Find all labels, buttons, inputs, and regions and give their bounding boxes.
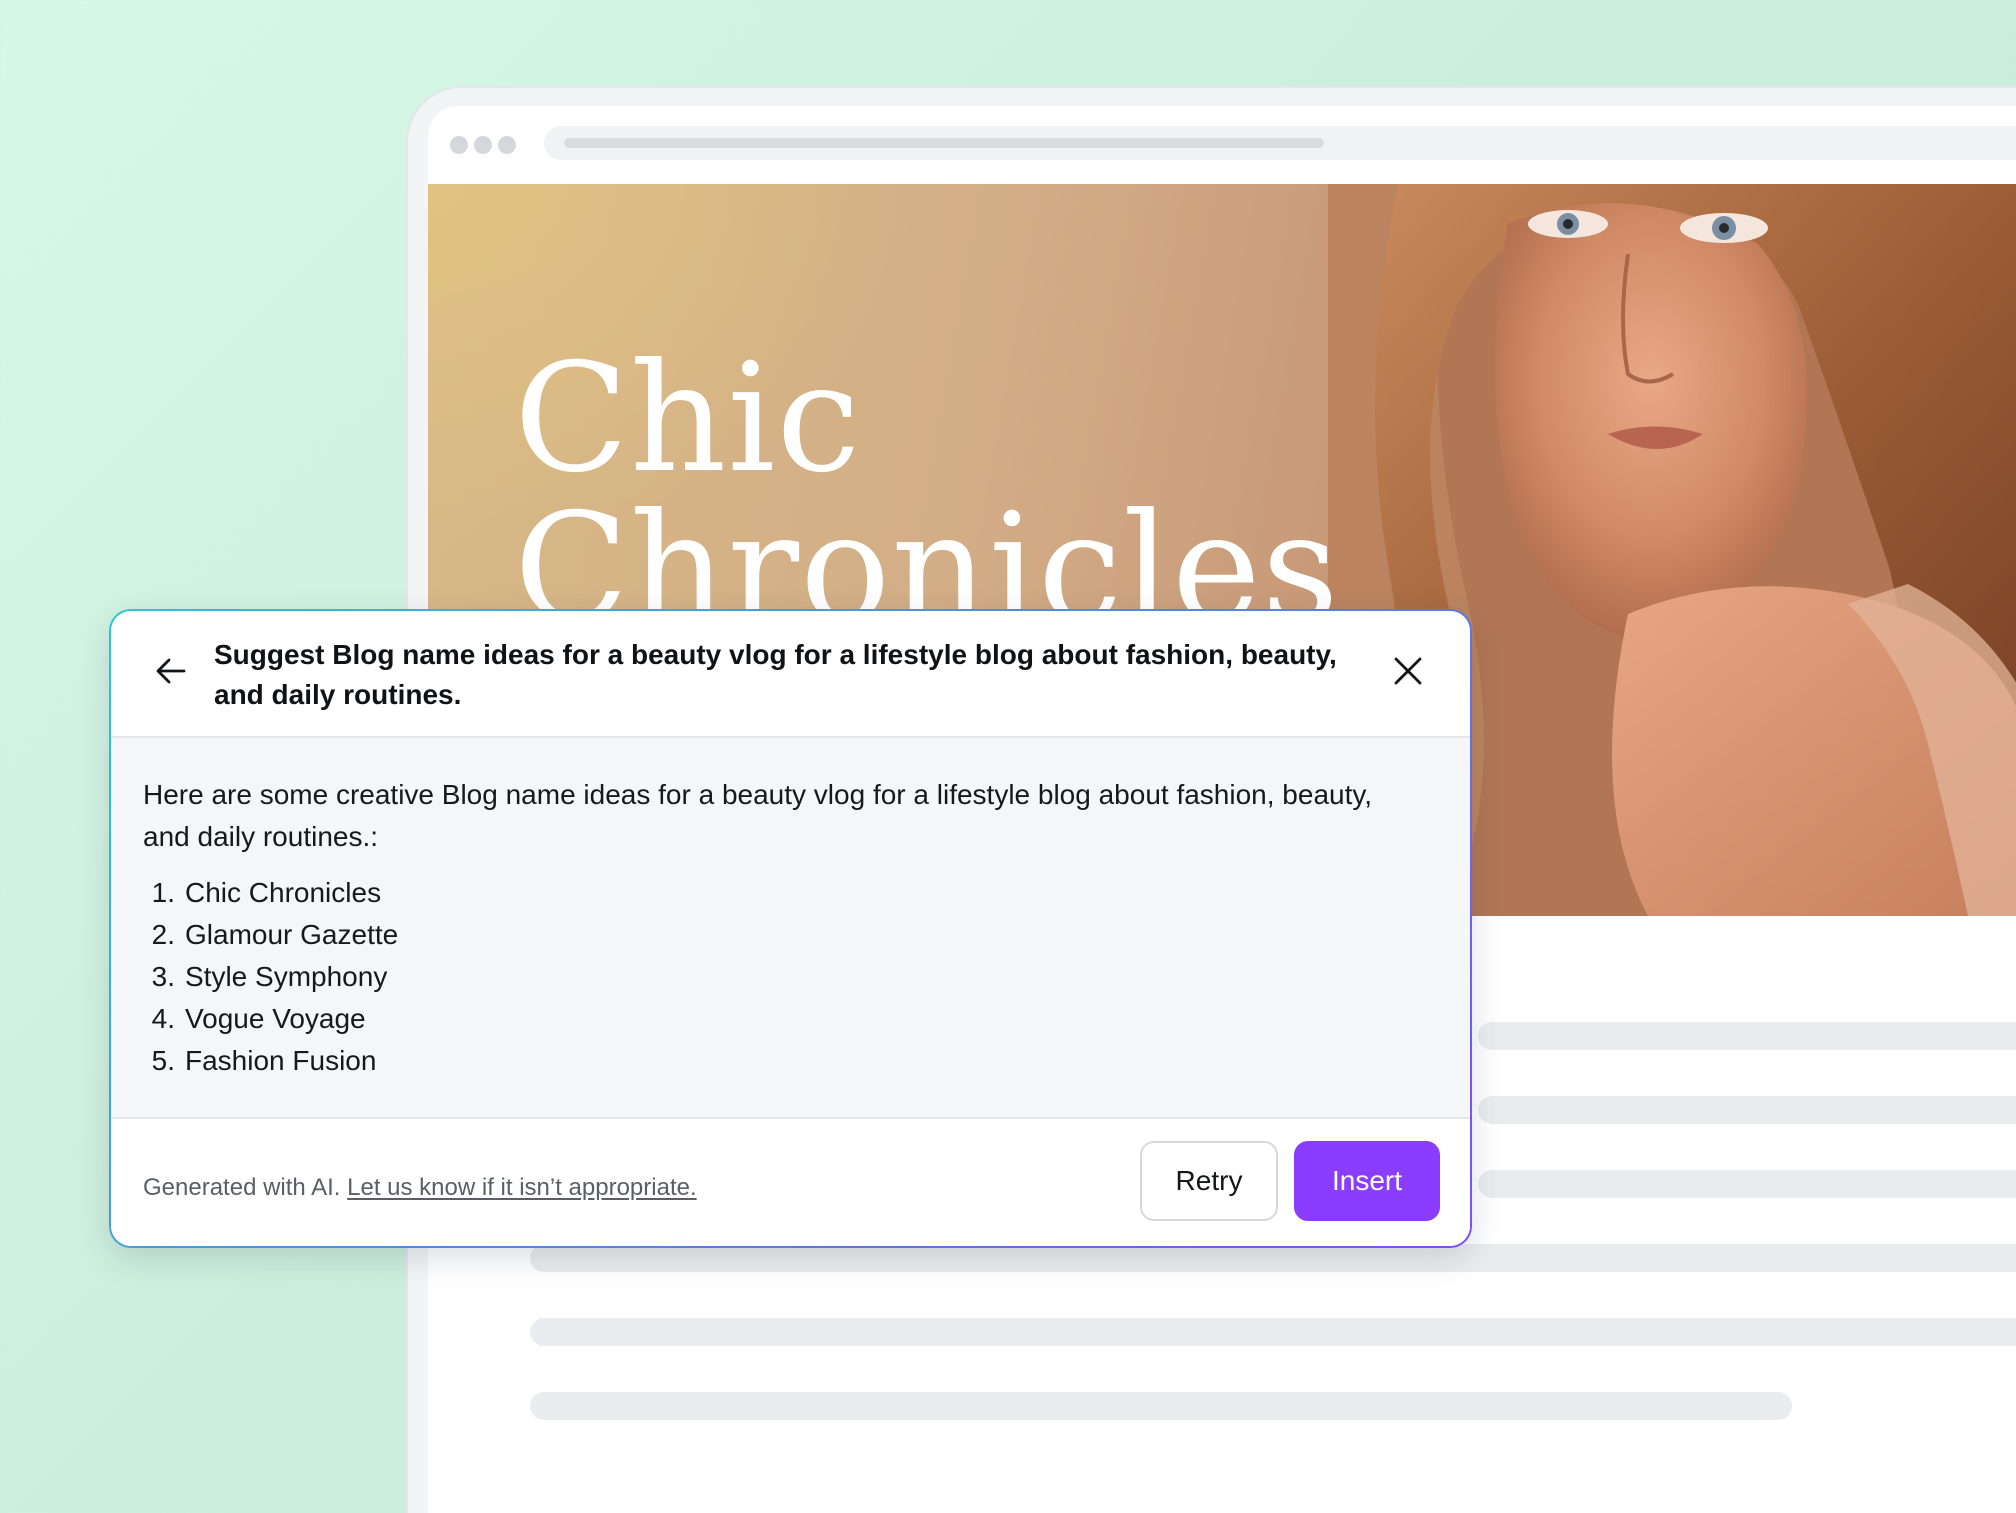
address-placeholder-line — [564, 138, 1324, 148]
arrow-left-icon — [156, 658, 186, 684]
list-item: 2. Glamour Gazette — [143, 914, 1438, 956]
hero-title: Chic Chronicles — [514, 344, 1340, 644]
close-button[interactable] — [1386, 649, 1430, 693]
list-item: 1. Chic Chronicles — [143, 872, 1438, 914]
list-item-number: 5. — [151, 1045, 175, 1076]
placeholder-text-line — [530, 1318, 2016, 1346]
placeholder-text-line — [530, 1392, 1792, 1420]
ai-panel-inner: Suggest Blog name ideas for a beauty vlo… — [111, 611, 1470, 1246]
ai-disclaimer: Generated with AI. Let us know if it isn… — [143, 1171, 697, 1205]
back-button[interactable] — [149, 649, 193, 693]
list-item-text: Vogue Voyage — [185, 1003, 366, 1034]
list-item: 4. Vogue Voyage — [143, 998, 1438, 1040]
response-intro: Here are some creative Blog name ideas f… — [143, 779, 1373, 852]
ai-suggestion-panel: Suggest Blog name ideas for a beauty vlo… — [109, 609, 1472, 1248]
report-content-link[interactable]: Let us know if it isn’t appropriate. — [347, 1174, 697, 1201]
browser-chrome — [428, 106, 2016, 184]
placeholder-text-line — [530, 1244, 2016, 1272]
panel-header: Suggest Blog name ideas for a beauty vlo… — [111, 611, 1470, 738]
placeholder-text-line — [1478, 1022, 2016, 1050]
close-icon — [1394, 657, 1422, 685]
placeholder-text-line — [1478, 1170, 2016, 1198]
list-item-text: Chic Chronicles — [185, 877, 382, 908]
placeholder-text-line — [1478, 1096, 2016, 1124]
hero-title-line-1: Chic — [514, 332, 862, 506]
list-item-text: Style Symphony — [185, 961, 388, 992]
window-controls — [450, 136, 516, 154]
list-item-number: 2. — [151, 919, 175, 950]
window-dot — [450, 136, 468, 154]
list-item-number: 3. — [151, 961, 175, 992]
insert-button[interactable]: Insert — [1294, 1141, 1440, 1221]
panel-footer: Generated with AI. Let us know if it isn… — [111, 1119, 1470, 1246]
list-item-text: Fashion Fusion — [185, 1045, 377, 1076]
prompt-text: Suggest Blog name ideas for a beauty vlo… — [214, 639, 1337, 710]
panel-body: Here are some creative Blog name ideas f… — [111, 738, 1470, 1119]
address-bar[interactable] — [544, 126, 2016, 160]
name-ideas-list: 1. Chic Chronicles 2. Glamour Gazette 3. St… — [143, 872, 1438, 1082]
list-item-text: Glamour Gazette — [185, 919, 399, 950]
list-item: 3. Style Symphony — [143, 956, 1438, 998]
list-item-number: 1. — [151, 877, 175, 908]
disclaimer-text: Generated with AI. — [143, 1174, 341, 1201]
list-item: 5. Fashion Fusion — [143, 1040, 1438, 1082]
window-dot — [474, 136, 492, 154]
list-item-number: 4. — [151, 1003, 175, 1034]
retry-button[interactable]: Retry — [1140, 1141, 1278, 1221]
window-dot — [498, 136, 516, 154]
